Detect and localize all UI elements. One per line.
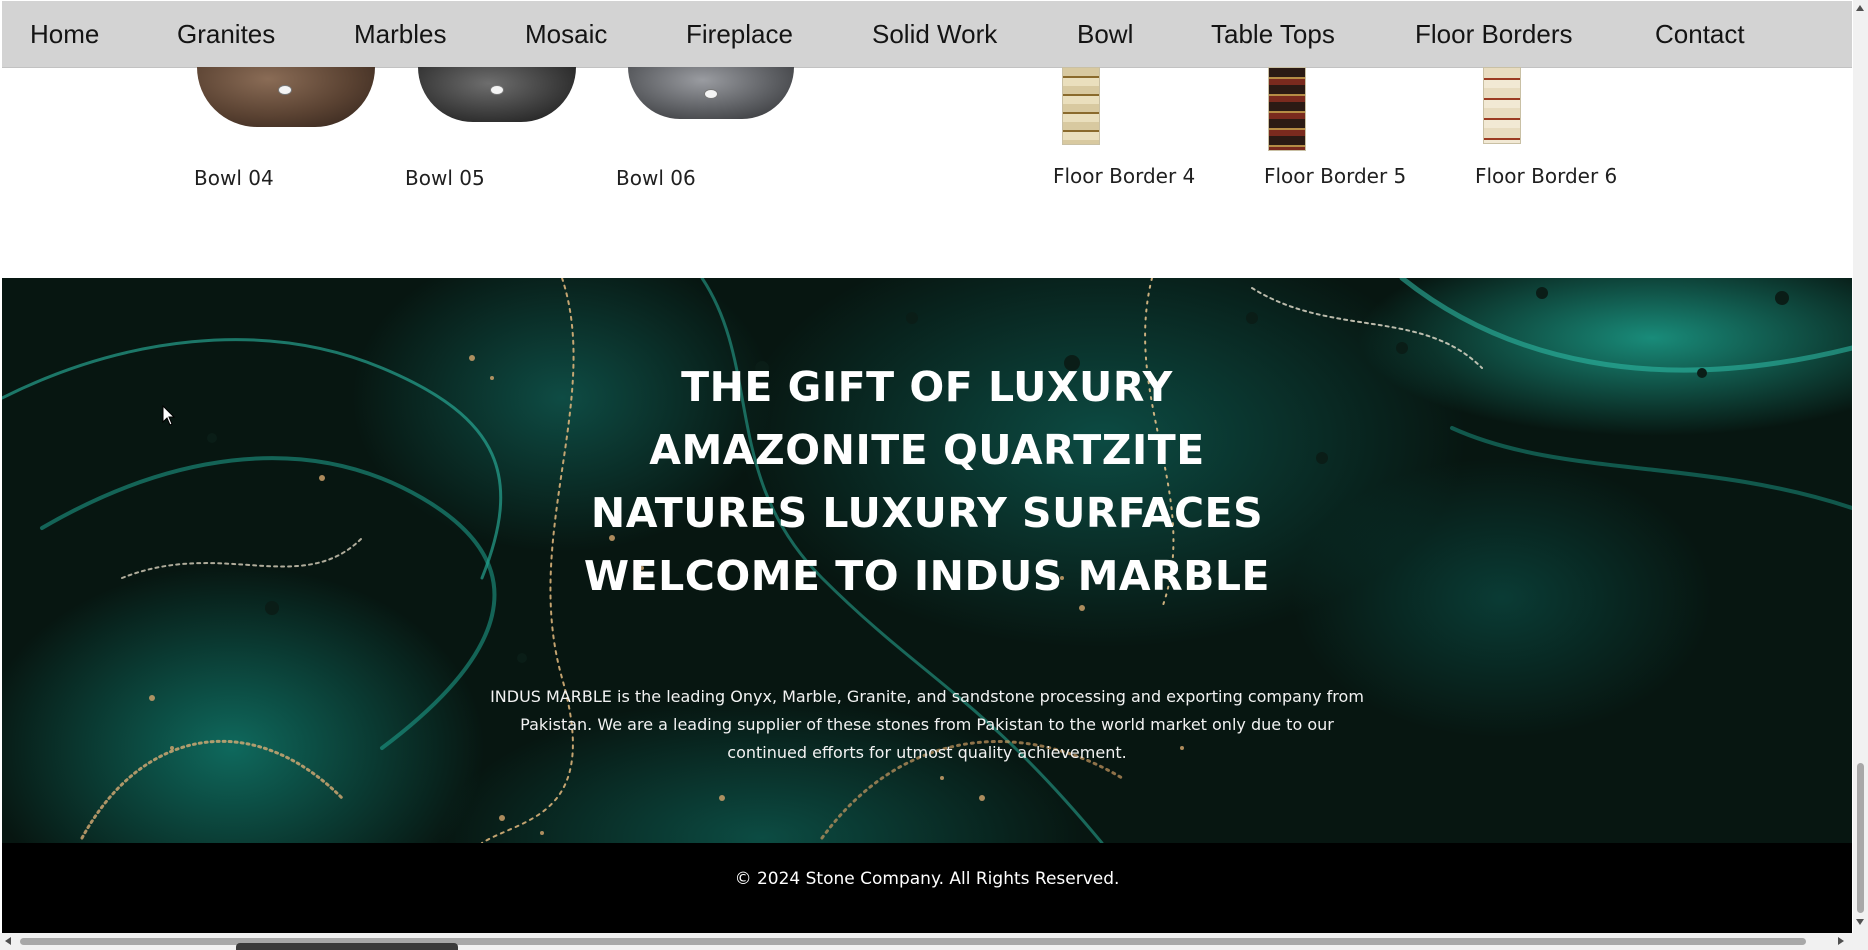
bowl-05-image[interactable] — [418, 67, 576, 122]
nav-mosaic[interactable]: Mosaic — [525, 1, 607, 67]
nav-solid-work[interactable]: Solid Work — [872, 1, 997, 67]
floor-border-6-image[interactable] — [1483, 67, 1521, 144]
scroll-right-icon[interactable] — [1838, 937, 1844, 945]
scroll-left-icon[interactable] — [5, 937, 11, 945]
product-label[interactable]: Bowl 05 — [405, 166, 485, 190]
scroll-down-icon[interactable] — [1856, 919, 1864, 925]
product-label[interactable]: Bowl 06 — [616, 166, 696, 190]
nav-marbles[interactable]: Marbles — [354, 1, 446, 67]
copyright-text: © 2024 Stone Company. All Rights Reserve… — [734, 869, 1120, 889]
product-label[interactable]: Bowl 04 — [194, 166, 274, 190]
hero-headline-4: WELCOME TO INDUS MARBLE — [583, 552, 1271, 600]
floor-border-4-image[interactable] — [1062, 67, 1100, 145]
nav-contact[interactable]: Contact — [1655, 1, 1745, 67]
overlay-handle — [236, 943, 458, 950]
vertical-scrollbar[interactable] — [1853, 0, 1868, 950]
hero-headline-3: NATURES LUXURY SURFACES — [590, 489, 1264, 537]
product-label[interactable]: Floor Border 4 — [1053, 164, 1195, 188]
mouse-cursor-icon — [162, 405, 176, 426]
nav-home[interactable]: Home — [30, 1, 99, 67]
bowl-04-image[interactable] — [197, 67, 375, 127]
hero-banner: THE GIFT OF LUXURY AMAZONITE QUARTZITE N… — [2, 278, 1852, 843]
nav-table-tops[interactable]: Table Tops — [1211, 1, 1335, 67]
nav-floor-borders[interactable]: Floor Borders — [1415, 1, 1573, 67]
nav-fireplace[interactable]: Fireplace — [686, 1, 793, 67]
nav-bowl[interactable]: Bowl — [1077, 1, 1133, 67]
hero-description: INDUS MARBLE is the leading Onyx, Marble… — [490, 687, 1364, 762]
vertical-scroll-thumb[interactable] — [1857, 763, 1864, 913]
scroll-up-icon[interactable] — [1856, 5, 1864, 11]
floor-border-5-image[interactable] — [1268, 67, 1306, 151]
top-nav: Home Granites Marbles Mosaic Fireplace S… — [2, 1, 1852, 68]
bowl-06-image[interactable] — [628, 67, 794, 119]
nav-granites[interactable]: Granites — [177, 1, 275, 67]
product-label[interactable]: Floor Border 6 — [1475, 164, 1617, 188]
site-footer: © 2024 Stone Company. All Rights Reserve… — [2, 843, 1852, 933]
hero-headline-1: THE GIFT OF LUXURY — [681, 363, 1173, 411]
product-label[interactable]: Floor Border 5 — [1264, 164, 1406, 188]
hero-headline-2: AMAZONITE QUARTZITE — [649, 426, 1205, 474]
